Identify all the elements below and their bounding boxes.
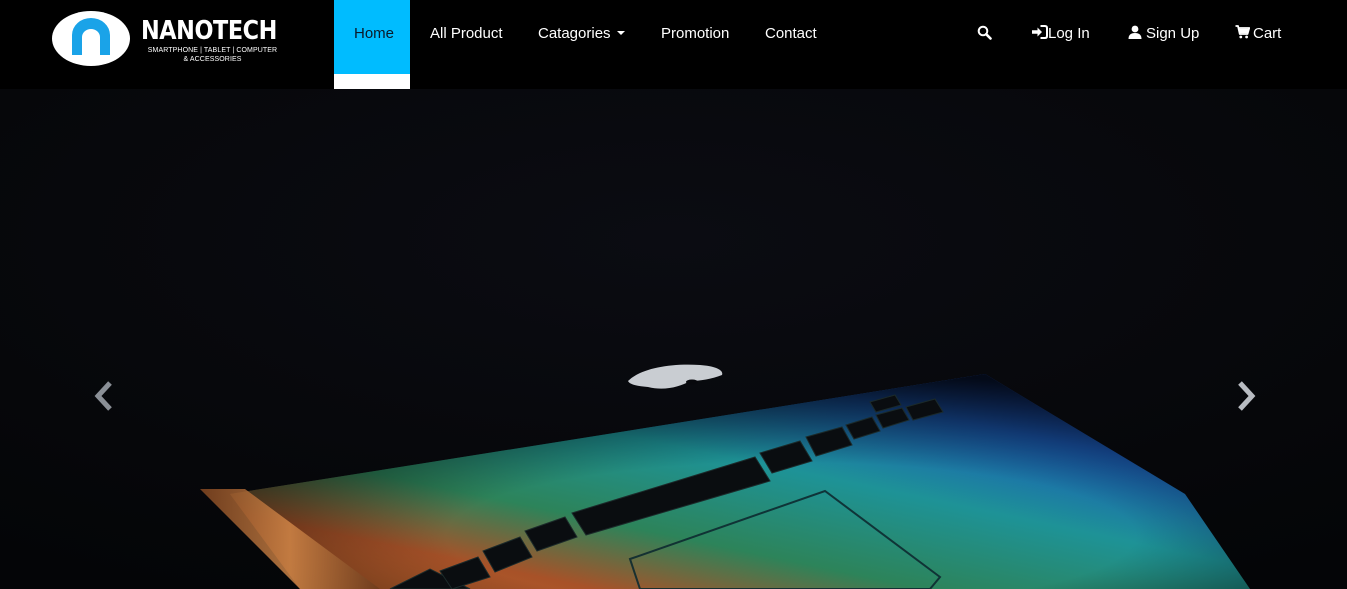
laptop-keyboard-image (0, 89, 1347, 589)
nav-home[interactable]: Home (334, 0, 410, 89)
search-button[interactable] (977, 0, 992, 74)
nav-all-product-label: All Product (430, 25, 503, 42)
nav-promotion-label: Promotion (661, 25, 730, 42)
signup-link[interactable]: Sign Up (1128, 0, 1199, 74)
cart-link[interactable]: Cart (1235, 0, 1281, 74)
nav-categories-dropdown[interactable]: Catagories (538, 0, 625, 74)
nav-home-label: Home (354, 25, 395, 42)
user-icon (1128, 25, 1142, 40)
chevron-left-icon (94, 381, 112, 411)
nav-all-product[interactable]: All Product (430, 0, 503, 74)
carousel-next-button[interactable] (1230, 379, 1260, 413)
top-navbar: NANOTECH SMARTPHONE | TABLET | COMPUTER … (0, 0, 1347, 89)
brand-logo[interactable]: NANOTECH SMARTPHONE | TABLET | COMPUTER … (52, 10, 292, 68)
cart-label: Cart (1253, 25, 1282, 42)
sign-in-icon (1032, 25, 1048, 40)
signup-label: Sign Up (1146, 25, 1200, 42)
brand-tagline: SMARTPHONE | TABLET | COMPUTER & ACCESSO… (147, 47, 278, 63)
nav-promotion[interactable]: Promotion (661, 0, 729, 74)
logo-mark-icon (52, 11, 130, 66)
nav-contact[interactable]: Contact (765, 0, 817, 74)
chevron-right-icon (1238, 381, 1256, 411)
brand-name: NANOTECH (141, 16, 277, 46)
nav-categories-label: Catagories (538, 25, 611, 42)
login-label: Log In (1048, 25, 1090, 42)
hero-carousel (0, 89, 1347, 589)
search-icon (977, 25, 992, 40)
caret-down-icon (616, 31, 625, 36)
cart-icon (1235, 25, 1250, 39)
login-link[interactable]: Log In (1031, 0, 1090, 74)
carousel-prev-button[interactable] (90, 379, 120, 413)
nav-contact-label: Contact (765, 25, 817, 42)
